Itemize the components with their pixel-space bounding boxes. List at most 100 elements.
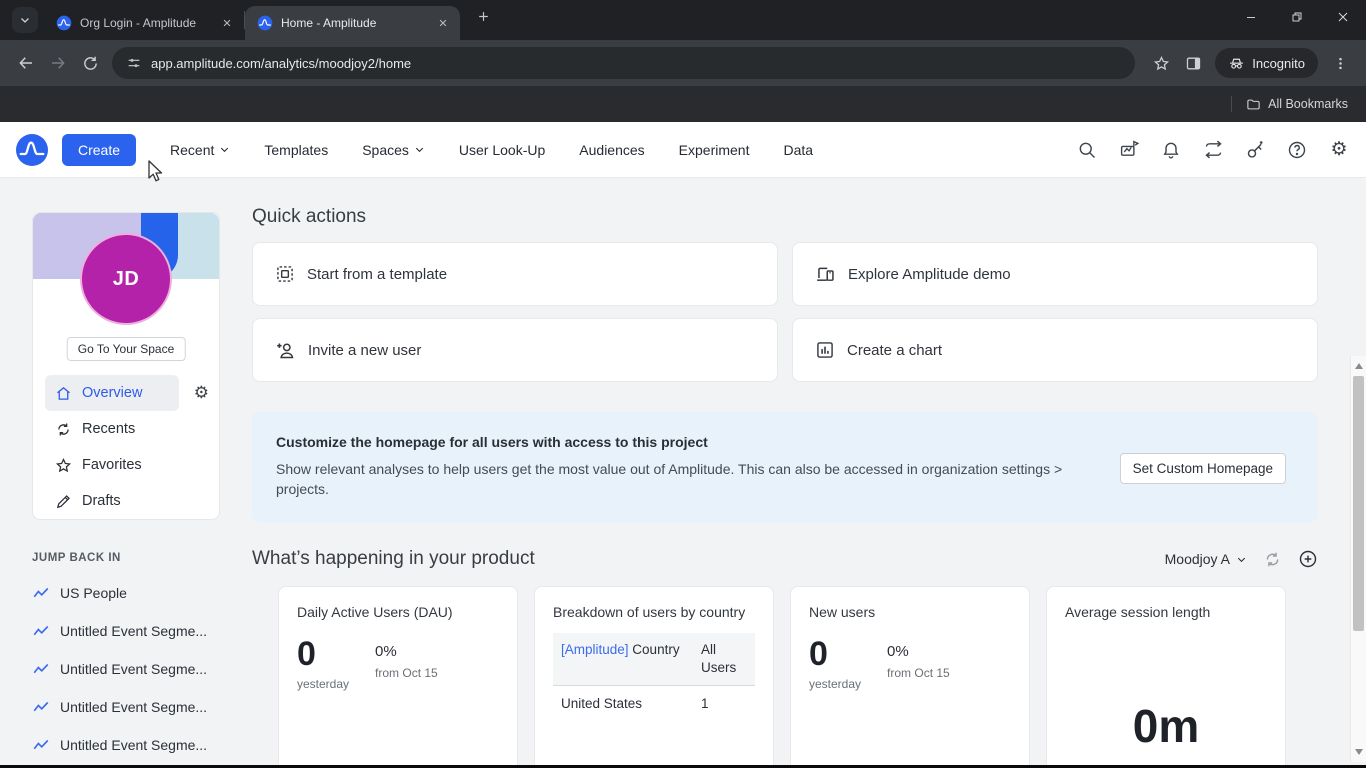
customize-homepage-banner: Customize the homepage for all users wit…: [252, 412, 1318, 522]
tab-org-login[interactable]: Org Login - Amplitude: [44, 6, 244, 40]
nav-experiment[interactable]: Experiment: [679, 142, 750, 158]
sidebar-item-recents[interactable]: Recents: [45, 411, 193, 447]
jump-item-untitled-1[interactable]: Untitled Event Segme...: [32, 622, 232, 640]
page-scrollbar[interactable]: [1350, 356, 1366, 762]
explore-demo-card[interactable]: Explore Amplitude demo: [792, 242, 1318, 306]
bookmark-star-icon[interactable]: [1145, 47, 1177, 79]
banner-body: Show relevant analyses to help users get…: [276, 459, 1106, 499]
country-table: [Amplitude] Country All Users United Sta…: [553, 633, 755, 715]
site-info-icon[interactable]: [126, 55, 142, 71]
refresh-icon[interactable]: [1263, 550, 1282, 569]
metric-cards-row: Daily Active Users (DAU) 0 yesterday 0% …: [278, 586, 1318, 765]
avatar[interactable]: JD: [80, 233, 172, 325]
go-to-your-space-button[interactable]: Go To Your Space: [67, 337, 186, 361]
jump-item-untitled-3[interactable]: Untitled Event Segme...: [32, 698, 232, 716]
scroll-down-arrow[interactable]: [1355, 749, 1363, 755]
tab-home[interactable]: Home - Amplitude: [245, 6, 460, 40]
star-icon: [55, 457, 72, 474]
line-chart-icon: [32, 584, 50, 602]
tab-search-button[interactable]: [12, 7, 38, 33]
new-users-delta: 0%: [887, 643, 950, 660]
url-bar[interactable]: app.amplitude.com/analytics/moodjoy2/hom…: [112, 47, 1135, 79]
close-button[interactable]: [1320, 0, 1366, 34]
line-chart-icon: [32, 736, 50, 754]
overview-settings-gear-icon[interactable]: ⚙: [194, 383, 209, 403]
minimize-button[interactable]: [1228, 0, 1274, 34]
new-tab-button[interactable]: [470, 4, 496, 30]
notifications-bell-icon[interactable]: [1160, 139, 1182, 161]
set-custom-homepage-button[interactable]: Set Custom Homepage: [1120, 453, 1286, 484]
incognito-badge[interactable]: Incognito: [1215, 48, 1318, 78]
chevron-down-icon: [1236, 554, 1247, 565]
laptop-demo-icon: [815, 264, 836, 285]
sidebar-item-favorites[interactable]: Favorites: [45, 447, 193, 483]
create-chart-card[interactable]: Create a chart: [792, 318, 1318, 382]
back-button[interactable]: [10, 47, 42, 79]
tab-title: Home - Amplitude: [281, 16, 426, 30]
app-header: Create Recent Templates Spaces User Look…: [0, 122, 1366, 178]
new-users-title: New users: [809, 603, 1011, 621]
project-selector[interactable]: Moodjoy A: [1165, 551, 1247, 567]
chevron-down-icon: [19, 14, 31, 26]
nav-user-lookup[interactable]: User Look-Up: [459, 142, 545, 158]
start-from-template-card[interactable]: Start from a template: [252, 242, 778, 306]
jump-item-untitled-4[interactable]: Untitled Event Segme...: [32, 736, 232, 754]
nav-recent[interactable]: Recent: [170, 142, 230, 158]
tab-close-icon[interactable]: [218, 14, 236, 32]
quick-actions-grid: Start from a template Explore Amplitude …: [252, 242, 1318, 382]
nav-templates[interactable]: Templates: [264, 142, 328, 158]
dau-value-caption: yesterday: [297, 677, 349, 691]
new-users-delta-caption: from Oct 15: [887, 666, 950, 680]
chart-flag-icon[interactable]: [1118, 139, 1140, 161]
line-chart-icon: [32, 698, 50, 716]
banner-title: Customize the homepage for all users wit…: [276, 434, 1294, 450]
dau-card[interactable]: Daily Active Users (DAU) 0 yesterday 0% …: [278, 586, 518, 765]
help-icon[interactable]: [1286, 139, 1308, 161]
profile-card: JD Go To Your Space Overview ⚙ Recents F…: [32, 212, 220, 520]
incognito-icon: [1228, 55, 1245, 72]
session-length-card[interactable]: Average session length 0m: [1046, 586, 1286, 765]
nav-audiences[interactable]: Audiences: [579, 142, 644, 158]
new-users-value-caption: yesterday: [809, 677, 861, 691]
scroll-up-arrow[interactable]: [1355, 363, 1363, 369]
sidebar-item-drafts[interactable]: Drafts: [45, 483, 193, 519]
amplitude-logo[interactable]: [16, 134, 48, 166]
search-icon[interactable]: [1076, 139, 1098, 161]
url-text[interactable]: app.amplitude.com/analytics/moodjoy2/hom…: [151, 56, 411, 71]
side-panel-icon[interactable]: [1177, 47, 1209, 79]
browser-menu-icon[interactable]: [1324, 47, 1356, 79]
all-bookmarks-label: All Bookmarks: [1268, 97, 1348, 111]
bar-chart-icon: [815, 340, 835, 360]
folder-icon: [1246, 97, 1261, 112]
forward-button[interactable]: [42, 47, 74, 79]
new-users-card[interactable]: New users 0 yesterday 0% from Oct 15 2: [790, 586, 1030, 765]
jump-item-us-people[interactable]: US People: [32, 584, 232, 602]
sidebar-menu: Overview ⚙ Recents Favorites Drafts: [33, 375, 219, 519]
all-bookmarks-button[interactable]: All Bookmarks: [1246, 97, 1348, 112]
invite-user-card[interactable]: Invite a new user: [252, 318, 778, 382]
table-row: United States 1: [553, 686, 755, 716]
create-button[interactable]: Create: [62, 134, 136, 166]
reload-button[interactable]: [74, 47, 106, 79]
restore-button[interactable]: [1274, 0, 1320, 34]
dau-title: Daily Active Users (DAU): [297, 603, 499, 621]
tab-close-icon[interactable]: [434, 14, 452, 32]
line-chart-icon: [32, 622, 50, 640]
nav-data[interactable]: Data: [783, 142, 813, 158]
scrollbar-thumb[interactable]: [1353, 376, 1364, 631]
sidebar-item-overview[interactable]: Overview ⚙: [45, 375, 179, 411]
country-breakdown-card[interactable]: Breakdown of users by country [Amplitude…: [534, 586, 774, 765]
chevron-down-icon: [414, 144, 425, 155]
nav-spaces[interactable]: Spaces: [362, 142, 425, 158]
settings-gear-icon[interactable]: ⚙: [1328, 139, 1350, 161]
add-card-icon[interactable]: [1298, 549, 1318, 569]
country-title: Breakdown of users by country: [553, 603, 755, 621]
dau-value: 0: [297, 637, 349, 671]
api-key-icon[interactable]: [1244, 139, 1266, 161]
pencil-icon: [55, 493, 72, 510]
jump-item-untitled-2[interactable]: Untitled Event Segme...: [32, 660, 232, 678]
pathfinder-arrows-icon[interactable]: [1202, 139, 1224, 161]
bookmarks-separator: [1231, 96, 1232, 112]
main-column: Quick actions Start from a template Expl…: [252, 178, 1318, 765]
amplitude-favicon: [56, 15, 72, 31]
